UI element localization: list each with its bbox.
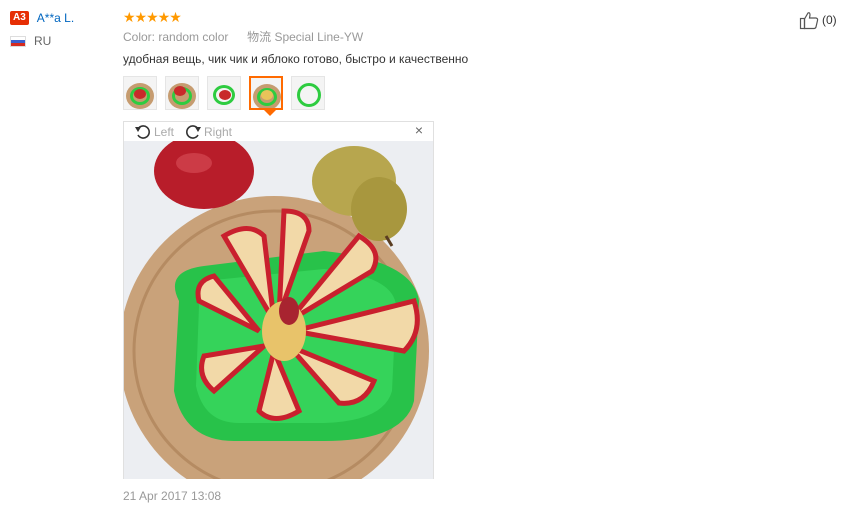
shipping-label: 物流 [247, 30, 272, 44]
buyer-level-badge: A3 [10, 11, 29, 25]
apple-slicer-photo [124, 141, 433, 479]
active-thumb-pointer [264, 110, 276, 116]
rotate-left-label: Left [154, 125, 175, 139]
reviewer-info: A3 A**a L. RU [10, 9, 110, 49]
rotate-right-label: Right [204, 125, 233, 139]
reviewer-country: RU [34, 34, 52, 48]
viewer-toolbar: Left Right × [124, 122, 433, 141]
photo-thumbnail[interactable] [291, 76, 325, 110]
helpful-button[interactable]: (0) [799, 10, 837, 30]
color-value: random color [158, 30, 229, 44]
photo-thumbnail-active[interactable] [249, 76, 283, 110]
color-label: Color: [123, 30, 156, 44]
rotate-right-icon [186, 125, 201, 139]
rotate-left-button[interactable]: Left [134, 123, 174, 141]
star-rating: ★★★★★ [123, 9, 182, 25]
photo-viewer: Left Right × [123, 121, 434, 479]
review-date: 21 Apr 2017 13:08 [123, 489, 222, 503]
russia-flag-icon [10, 35, 26, 47]
rotate-left-icon [135, 125, 150, 139]
review-photo [124, 141, 433, 479]
reviewer-name[interactable]: A**a L. [37, 11, 74, 25]
review-body: ★★★★★ Color: random color 物流 Special Lin… [123, 9, 813, 503]
shipping-value: Special Line-YW [274, 30, 364, 44]
rotate-right-button[interactable]: Right [184, 123, 232, 141]
photo-thumbnail[interactable] [207, 76, 241, 110]
thumbs-up-icon [799, 12, 819, 30]
user-row: A3 A**a L. [10, 9, 110, 27]
country-row: RU [10, 33, 110, 49]
photo-thumbnail[interactable] [123, 76, 157, 110]
helpful-count: (0) [822, 13, 837, 27]
photo-thumbnail[interactable] [165, 76, 199, 110]
photo-thumbnails [123, 76, 333, 110]
close-viewer-button[interactable]: × [415, 122, 423, 138]
review-attributes: Color: random color 物流 Special Line-YW [123, 29, 813, 45]
review-text: удобная вещь, чик чик и яблоко готово, б… [123, 52, 469, 66]
